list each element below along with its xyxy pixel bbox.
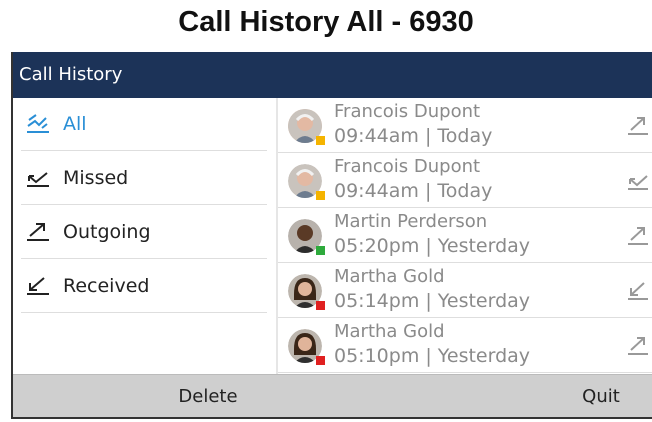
call-row[interactable]: Martin Perderson 05:20pm | Yesterday: [278, 208, 652, 263]
filter-all[interactable]: All: [21, 98, 267, 151]
all-calls-icon: [27, 114, 49, 133]
title-bar: Call History: [13, 52, 652, 98]
filter-all-label: All: [63, 113, 87, 135]
call-time: 05:14pm | Yesterday: [334, 290, 531, 312]
caller-name: Francois Dupont: [334, 101, 481, 122]
filter-received-label: Received: [63, 275, 150, 297]
caller-name: Martha Gold: [334, 321, 445, 342]
missed-call-icon: [628, 175, 648, 190]
screen-title: Call History: [19, 64, 123, 85]
avatar: [288, 164, 325, 200]
filter-missed-label: Missed: [63, 167, 129, 189]
missed-call-icon: [27, 172, 49, 187]
filter-sidebar: All Missed Outgoing Received: [13, 98, 276, 374]
caller-name: Martha Gold: [334, 266, 445, 287]
call-time: 05:20pm | Yesterday: [334, 235, 531, 257]
outgoing-call-icon: [27, 223, 49, 241]
filter-received[interactable]: Received: [21, 260, 267, 313]
filter-outgoing[interactable]: Outgoing: [21, 206, 267, 259]
received-call-icon: [27, 277, 49, 295]
received-call-icon: [628, 282, 648, 300]
filter-outgoing-label: Outgoing: [63, 221, 151, 243]
avatar: [288, 274, 325, 310]
call-time: 05:10pm | Yesterday: [334, 345, 531, 367]
presence-indicator: [316, 136, 325, 145]
avatar: [288, 329, 325, 365]
presence-indicator: [316, 356, 325, 365]
page-caption: Call History All - 6930: [178, 6, 474, 38]
phone-screen: Call History All Missed Outgoing Receive…: [11, 52, 652, 419]
presence-indicator: [316, 191, 325, 200]
call-row[interactable]: Martha Gold 05:10pm | Yesterday: [278, 318, 652, 373]
outgoing-call-icon: [628, 227, 648, 245]
call-row[interactable]: Martha Gold 05:14pm | Yesterday: [278, 263, 652, 318]
filter-missed[interactable]: Missed: [21, 152, 267, 205]
outgoing-call-icon: [628, 337, 648, 355]
call-time: 09:44am | Today: [334, 125, 493, 147]
caller-name: Martin Perderson: [334, 211, 488, 232]
outgoing-call-icon: [628, 117, 648, 135]
avatar: [288, 109, 325, 145]
caller-name: Francois Dupont: [334, 156, 481, 177]
call-row[interactable]: Francois Dupont 09:44am | Today: [278, 153, 652, 208]
quit-button[interactable]: Quit: [561, 375, 641, 417]
presence-indicator: [316, 301, 325, 310]
call-row[interactable]: Francois Dupont 09:44am | Today: [278, 98, 652, 153]
delete-button[interactable]: Delete: [153, 375, 263, 417]
softkey-bar: Delete Quit: [13, 374, 652, 417]
call-time: 09:44am | Today: [334, 180, 493, 202]
call-list: Francois Dupont 09:44am | Today Francois…: [278, 98, 652, 374]
avatar: [288, 219, 325, 255]
presence-indicator: [316, 246, 325, 255]
